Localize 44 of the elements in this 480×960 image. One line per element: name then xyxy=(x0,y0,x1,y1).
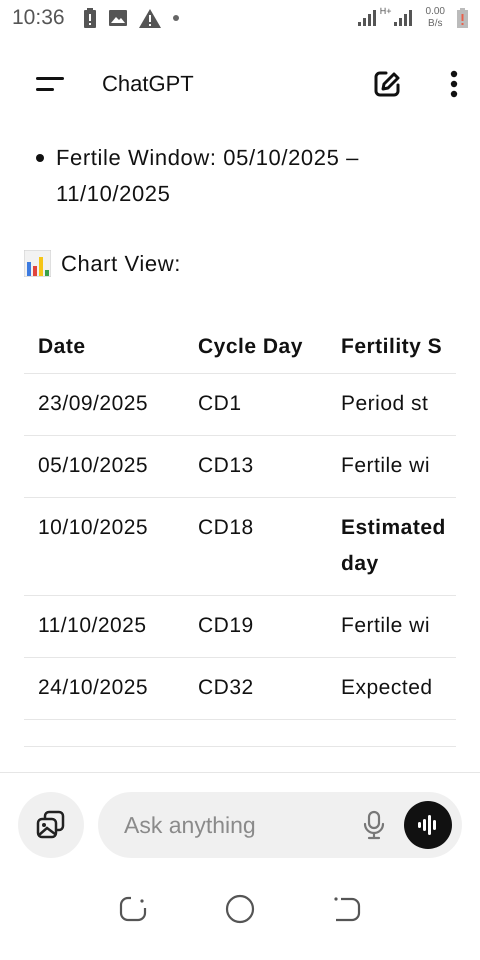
table-cell-text: CD1 xyxy=(198,391,243,417)
back-icon[interactable] xyxy=(333,896,361,922)
recent-apps-icon[interactable] xyxy=(119,896,147,922)
dot-icon xyxy=(172,15,179,21)
status-time: 10:36 xyxy=(12,6,65,30)
table-cell-text: Fertile wi xyxy=(341,453,432,479)
bullet-icon xyxy=(36,154,44,162)
home-icon[interactable] xyxy=(225,894,255,924)
table-cell-text: CD32 xyxy=(198,675,255,701)
signal-icon xyxy=(358,10,378,26)
signal-icon xyxy=(394,10,414,26)
message-input[interactable]: Ask anything xyxy=(122,810,344,840)
table-cell-text: CD19 xyxy=(198,613,255,639)
image-icon xyxy=(108,10,127,26)
app-title: ChatGPT xyxy=(102,71,194,97)
table-cell-text: 23/09/2025 xyxy=(38,391,150,417)
column-header: Date xyxy=(38,334,87,360)
column-header: Fertility S xyxy=(341,334,444,360)
table-cell-text: Expected xyxy=(341,675,434,701)
more-options-button[interactable] xyxy=(450,70,458,98)
table-cell-text: Period st xyxy=(341,391,430,417)
chart-heading: Chart View: xyxy=(61,250,181,276)
speed-unit: B/s xyxy=(428,18,442,30)
network-type: H+ xyxy=(380,6,392,16)
microphone-icon[interactable] xyxy=(362,810,386,840)
message-field[interactable]: Ask anything xyxy=(98,792,462,858)
table-cell-text: 11/10/2025 xyxy=(38,613,148,639)
network-speed: 0.00 xyxy=(426,6,445,18)
bar-chart-icon xyxy=(24,250,51,277)
battery-alert-icon xyxy=(82,8,97,28)
table-cell-text: Estimated day xyxy=(341,515,447,577)
table-cell-text: 24/10/2025 xyxy=(38,675,150,701)
menu-button[interactable] xyxy=(36,75,66,93)
table-cell-text: CD13 xyxy=(198,453,255,479)
new-chat-button[interactable] xyxy=(372,69,402,99)
table-cell-text: CD18 xyxy=(198,515,255,541)
table-cell-text: 05/10/2025 xyxy=(38,453,150,479)
column-header: Cycle Day xyxy=(198,334,304,360)
bullet-text: Fertile Window: 05/10/2025 – 11/10/2025 xyxy=(56,144,360,208)
voice-mode-button[interactable] xyxy=(404,801,452,849)
table-cell-text: Fertile wi xyxy=(341,613,432,639)
table-cell-text: 10/10/2025 xyxy=(38,515,150,541)
battery-icon xyxy=(457,8,468,28)
warning-icon xyxy=(138,8,161,28)
